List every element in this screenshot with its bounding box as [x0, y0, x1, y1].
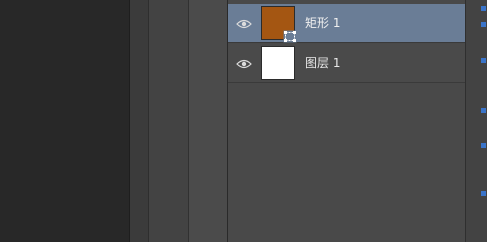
visibility-eye-icon[interactable] — [236, 58, 252, 70]
panel-collapse-bar[interactable] — [129, 0, 148, 242]
layer-row-layer-1[interactable]: 图层 1 — [228, 44, 465, 83]
indicator-dot — [481, 6, 486, 11]
indicator-dot — [481, 143, 486, 148]
visibility-eye-icon[interactable] — [236, 18, 252, 30]
layer-thumbnail[interactable] — [261, 46, 295, 80]
vector-mask-icon — [283, 28, 297, 43]
indicator-dot — [481, 191, 486, 196]
photoshop-workspace: 矩形 1 图层 1 — [0, 0, 487, 242]
tool-options-column — [148, 0, 188, 242]
panel-dock-column — [188, 0, 227, 242]
indicator-dot — [481, 58, 486, 63]
layers-panel: 矩形 1 图层 1 — [227, 0, 465, 242]
indicator-dot — [481, 22, 486, 27]
layer-name[interactable]: 矩形 1 — [305, 15, 340, 31]
layer-row-rectangle-1[interactable]: 矩形 1 — [228, 4, 465, 43]
layer-name[interactable]: 图层 1 — [305, 55, 340, 71]
panel-scrollbar-strip[interactable] — [465, 0, 487, 242]
indicator-dot — [481, 108, 486, 113]
document-canvas-area[interactable] — [0, 0, 129, 242]
